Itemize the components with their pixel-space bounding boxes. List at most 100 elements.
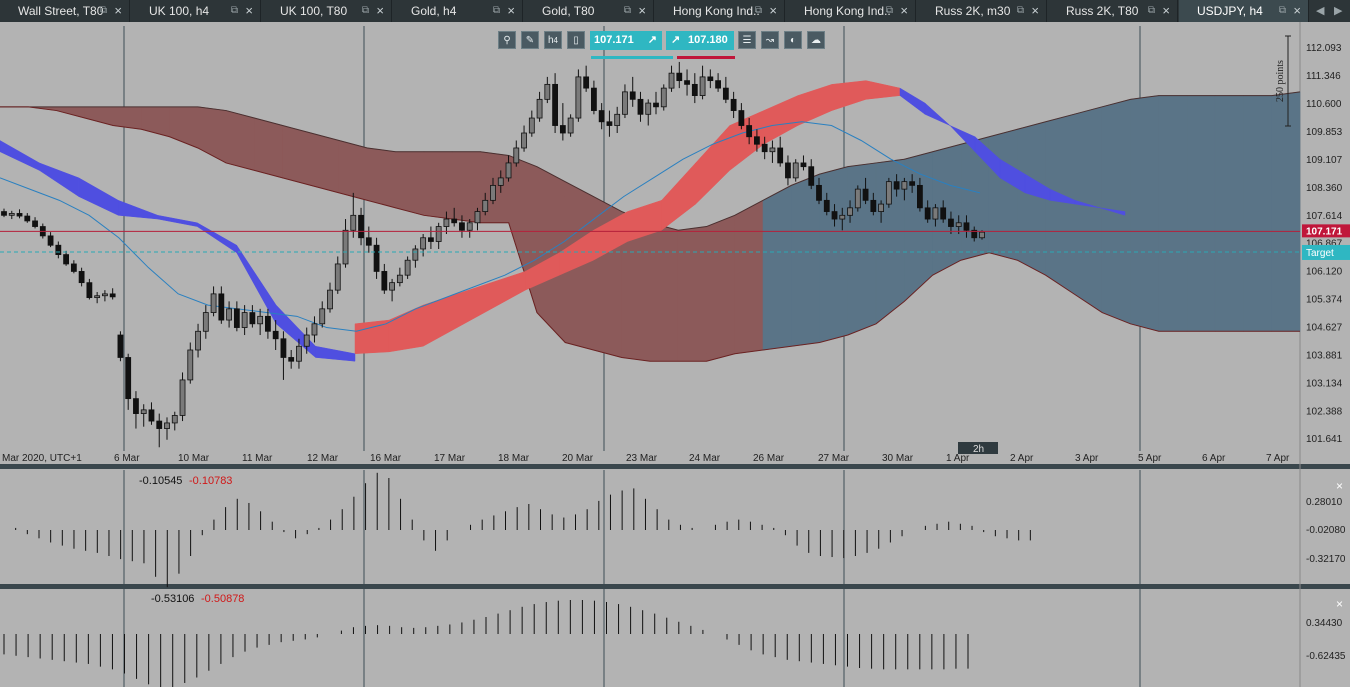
- tab-4[interactable]: Gold, h4 ⧉ ×: [393, 0, 523, 22]
- candle-body[interactable]: [195, 330, 201, 351]
- candle-body[interactable]: [272, 330, 279, 340]
- candle-body[interactable]: [885, 181, 892, 205]
- candle-body[interactable]: [854, 188, 861, 209]
- candle-body[interactable]: [932, 207, 939, 220]
- popout-icon[interactable]: ⧉: [1148, 0, 1155, 22]
- candle-body[interactable]: [428, 237, 434, 242]
- candle-body[interactable]: [24, 215, 31, 222]
- candle-body[interactable]: [86, 282, 93, 299]
- candle-body[interactable]: [909, 181, 916, 186]
- candle-body[interactable]: [816, 184, 822, 201]
- candle-body[interactable]: [70, 263, 77, 272]
- timeframe-button[interactable]: h4: [544, 31, 562, 49]
- candle-body[interactable]: [715, 80, 721, 89]
- candle-body[interactable]: [785, 162, 791, 179]
- close-icon[interactable]: ×: [376, 0, 384, 22]
- popout-icon[interactable]: ⧉: [755, 0, 762, 22]
- candle-body[interactable]: [497, 177, 504, 186]
- candle-body[interactable]: [823, 199, 830, 212]
- candle-body[interactable]: [769, 147, 776, 153]
- candle-body[interactable]: [303, 334, 310, 347]
- candle-body[interactable]: [963, 222, 970, 231]
- candle-body[interactable]: [334, 263, 341, 291]
- indicators-icon[interactable]: ↝: [761, 31, 779, 49]
- candle-body[interactable]: [684, 80, 690, 85]
- candle-body[interactable]: [117, 334, 124, 358]
- candle-body[interactable]: [567, 117, 574, 134]
- candle-body[interactable]: [311, 323, 318, 336]
- candle-body[interactable]: [521, 132, 527, 149]
- candle-body[interactable]: [676, 72, 683, 82]
- candle-body[interactable]: [32, 220, 38, 227]
- candle-body[interactable]: [660, 87, 667, 108]
- candle-body[interactable]: [164, 422, 170, 429]
- candle-body[interactable]: [257, 315, 264, 325]
- candle-body[interactable]: [800, 162, 807, 168]
- close-icon[interactable]: ×: [507, 0, 515, 22]
- candle-body[interactable]: [505, 162, 512, 179]
- tab-5[interactable]: Gold, T80 ⧉ ×: [524, 0, 654, 22]
- candle-body[interactable]: [917, 184, 923, 209]
- candle-body[interactable]: [699, 76, 706, 96]
- chevron-left-icon[interactable]: ◀: [1316, 0, 1324, 22]
- candle-body[interactable]: [777, 147, 784, 164]
- price-chart[interactable]: 112.093 111.346 110.600 109.853 109.107 108.3…: [0, 22, 1350, 687]
- tab-9[interactable]: Russ 2K, T80 ⧉ ×: [1048, 0, 1178, 22]
- candle-body[interactable]: [296, 345, 302, 362]
- candle-body[interactable]: [474, 211, 481, 224]
- candle-body[interactable]: [979, 231, 985, 239]
- candle-body[interactable]: [187, 349, 194, 381]
- chart-area[interactable]: 112.093 111.346 110.600 109.853 109.107 108.3…: [0, 22, 1350, 687]
- candle-body[interactable]: [233, 308, 240, 328]
- candle-body[interactable]: [482, 199, 489, 212]
- candle-body[interactable]: [955, 222, 962, 227]
- popout-icon[interactable]: ⧉: [100, 0, 107, 22]
- candle-body[interactable]: [691, 83, 698, 96]
- templates-icon[interactable]: ☁: [807, 31, 825, 49]
- zoom-icon[interactable]: ⚲: [498, 31, 516, 49]
- candle-body[interactable]: [575, 76, 582, 119]
- candle-body[interactable]: [629, 91, 636, 100]
- candle-body[interactable]: [148, 409, 155, 422]
- candle-body[interactable]: [389, 282, 395, 291]
- candle-body[interactable]: [948, 218, 954, 227]
- tab-8[interactable]: Russ 2K, m30 ⧉ ×: [917, 0, 1047, 22]
- candle-body[interactable]: [746, 125, 753, 138]
- candle-body[interactable]: [668, 72, 675, 89]
- candle-body[interactable]: [373, 244, 380, 272]
- candle-body[interactable]: [808, 166, 815, 186]
- popout-icon[interactable]: ⧉: [1017, 0, 1024, 22]
- close-icon[interactable]: ×: [900, 0, 908, 22]
- candle-body[interactable]: [847, 207, 853, 216]
- candle-body[interactable]: [831, 211, 838, 220]
- candle-body[interactable]: [878, 203, 884, 212]
- chevron-right-icon[interactable]: ▶: [1334, 0, 1342, 22]
- candle-body[interactable]: [125, 357, 132, 400]
- candle-body[interactable]: [241, 312, 248, 328]
- candle-body[interactable]: [645, 102, 652, 115]
- candle-body[interactable]: [451, 218, 458, 224]
- candle-body[interactable]: [459, 222, 465, 231]
- candle-body[interactable]: [1, 211, 7, 216]
- color-scheme-icon[interactable]: ◐: [784, 31, 802, 49]
- candle-body[interactable]: [179, 379, 186, 416]
- candle-body[interactable]: [202, 312, 209, 332]
- candle-body[interactable]: [16, 213, 23, 217]
- candle-body[interactable]: [792, 162, 799, 179]
- candle-body[interactable]: [420, 237, 427, 250]
- tab-3[interactable]: UK 100, T80 ⧉ ×: [262, 0, 392, 22]
- close-icon[interactable]: ×: [769, 0, 777, 22]
- candle-body[interactable]: [94, 295, 101, 299]
- candle-body[interactable]: [924, 207, 931, 220]
- tab-1[interactable]: Wall Street, T80 ⧉ ×: [0, 0, 130, 22]
- candle-body[interactable]: [761, 143, 768, 153]
- candle-body[interactable]: [738, 110, 745, 126]
- candle-body[interactable]: [490, 184, 496, 201]
- tab-2[interactable]: UK 100, h4 ⧉ ×: [131, 0, 261, 22]
- candle-body[interactable]: [47, 235, 54, 246]
- candle-body[interactable]: [552, 83, 558, 126]
- candle-body[interactable]: [870, 199, 877, 212]
- close-icon[interactable]: ×: [638, 0, 646, 22]
- candle-body[interactable]: [133, 398, 139, 414]
- candle-body[interactable]: [730, 98, 737, 111]
